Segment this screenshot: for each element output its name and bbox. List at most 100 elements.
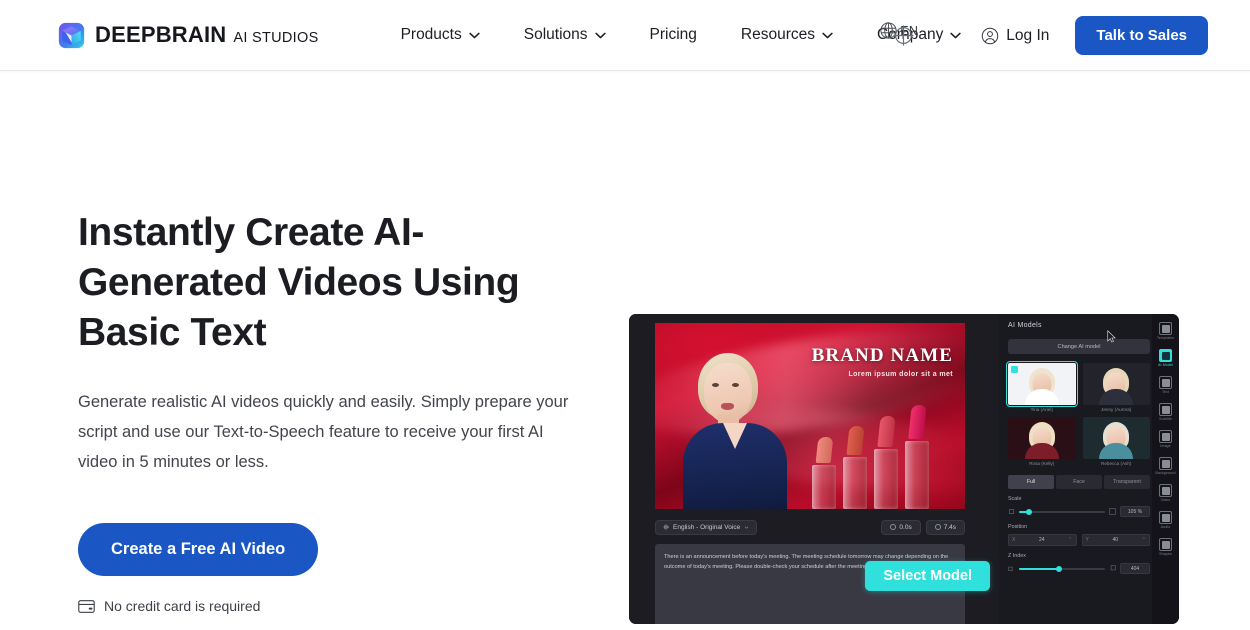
rail-item-ai-model[interactable]: AI Model bbox=[1154, 347, 1178, 369]
rail-item-background[interactable]: Background bbox=[1154, 455, 1178, 477]
z-index-slider-fill bbox=[1019, 567, 1059, 570]
start-time-chip[interactable]: 0.0s bbox=[881, 519, 921, 535]
position-x-axis-label: X bbox=[1012, 537, 1016, 543]
voice-wave-icon bbox=[663, 524, 669, 530]
rail-item-label: Subtitle bbox=[1159, 417, 1172, 421]
model-label: Tina (Ariel) bbox=[1030, 407, 1053, 412]
position-y-stepper-icon[interactable]: ⌃ bbox=[1142, 537, 1146, 543]
avatar-eye-right bbox=[732, 383, 739, 387]
end-time-label: 7.4s bbox=[943, 523, 956, 531]
nav-item-products[interactable]: Products bbox=[379, 18, 502, 52]
avatar-torso bbox=[683, 423, 787, 509]
model-avatar bbox=[1008, 363, 1076, 405]
rail-item-label: AI Model bbox=[1158, 363, 1173, 367]
rail-item-image[interactable]: Image bbox=[1154, 428, 1178, 450]
create-free-ai-video-button[interactable]: Create a Free AI Video bbox=[78, 523, 319, 576]
timing-chips-group: 0.0s 7.4s bbox=[881, 519, 965, 535]
nav-item-label: Products bbox=[400, 26, 462, 43]
text-icon bbox=[1159, 376, 1172, 389]
ai-presenter-avatar[interactable] bbox=[681, 347, 789, 509]
scale-value[interactable]: 105 % bbox=[1120, 506, 1150, 517]
end-time-chip[interactable]: 7.4s bbox=[925, 519, 965, 535]
brand-text-overlay[interactable]: BRAND NAME Lorem ipsum dolor sit a met bbox=[812, 345, 953, 378]
lipstick-bullet bbox=[815, 437, 833, 463]
model-card-3[interactable]: Rebecca (Ash) bbox=[1082, 417, 1151, 466]
model-grid: Tina (Ariel) Jenny (Aurora) Rosa (Kelly)… bbox=[1006, 361, 1151, 466]
position-x-value: 24 bbox=[1039, 537, 1045, 543]
position-x-stepper-icon[interactable]: ⌃ bbox=[1068, 537, 1072, 543]
product-demo-panel: BRAND NAME Lorem ipsum dolor sit a met E… bbox=[629, 314, 1179, 624]
nav-item-label: Resources bbox=[740, 26, 815, 43]
model-selected-check-icon bbox=[1011, 366, 1018, 373]
nav-item-solutions[interactable]: Solutions bbox=[502, 18, 628, 52]
lipstick-tube bbox=[874, 449, 898, 509]
rail-item-audio[interactable]: Audio bbox=[1154, 509, 1178, 531]
z-index-label: Z Index bbox=[1008, 553, 1026, 559]
image-icon bbox=[1159, 430, 1172, 443]
position-label: Position bbox=[1008, 524, 1028, 530]
rail-item-label: Image bbox=[1160, 444, 1171, 448]
position-control-row: X 24 ⌃ Y 40 ⌃ bbox=[1008, 534, 1150, 546]
hero-copy-column: Instantly Create AI-Generated Videos Usi… bbox=[78, 71, 638, 614]
templates-glyph bbox=[1161, 324, 1170, 333]
scale-control-row: 105 % bbox=[1008, 506, 1150, 517]
model-label: Rebecca (Ash) bbox=[1101, 461, 1132, 466]
rail-item-label: Background bbox=[1155, 471, 1176, 475]
segment-face[interactable]: Face bbox=[1056, 475, 1102, 489]
login-link[interactable]: Log In bbox=[967, 19, 1063, 53]
nav-item-pricing[interactable]: Pricing bbox=[628, 18, 719, 52]
rail-item-shapes[interactable]: Shapes bbox=[1154, 536, 1178, 558]
model-card-1[interactable]: Jenny (Aurora) bbox=[1082, 363, 1150, 412]
language-switcher[interactable]: EN bbox=[879, 21, 918, 40]
lipstick-product-image bbox=[811, 405, 957, 509]
audio-icon bbox=[1159, 511, 1172, 524]
chevron-down-icon bbox=[744, 526, 749, 529]
ai-models-inspector: AI Models Change AI model Tina (Ariel) J… bbox=[999, 314, 1159, 624]
video-icon bbox=[1159, 484, 1172, 497]
position-x-field[interactable]: X 24 ⌃ bbox=[1008, 534, 1077, 546]
clock-icon bbox=[890, 524, 897, 530]
rail-item-text[interactable]: Text bbox=[1154, 374, 1178, 396]
segment-transparent[interactable]: Transparent bbox=[1104, 475, 1150, 489]
talk-to-sales-button[interactable]: Talk to Sales bbox=[1075, 16, 1208, 55]
rail-item-video[interactable]: Video bbox=[1154, 482, 1178, 504]
avatar-vneck bbox=[723, 423, 747, 449]
nav-item-resources[interactable]: Resources bbox=[719, 18, 855, 52]
chevron-down-icon bbox=[822, 32, 833, 38]
rail-item-subtitle[interactable]: Subtitle bbox=[1154, 401, 1178, 423]
demo-editor-area: BRAND NAME Lorem ipsum dolor sit a met E… bbox=[629, 314, 999, 624]
lipstick-4 bbox=[904, 405, 930, 509]
segment-full[interactable]: Full bbox=[1008, 475, 1054, 489]
model-card-0[interactable]: Tina (Ariel) bbox=[1006, 361, 1078, 412]
lipstick-2 bbox=[842, 426, 868, 509]
brand-subname: AI STUDIOS bbox=[233, 30, 319, 46]
brand-logo-link[interactable]: DEEPBRAIN AI STUDIOS bbox=[58, 22, 319, 49]
rail-item-templates[interactable]: Templates bbox=[1154, 320, 1178, 342]
lipstick-bullet bbox=[845, 426, 865, 455]
scale-slider[interactable] bbox=[1019, 508, 1105, 515]
no-credit-card-label: No credit card is required bbox=[104, 598, 261, 614]
avatar-face bbox=[704, 363, 752, 423]
nav-item-company[interactable]: Company bbox=[855, 18, 983, 52]
z-index-slider[interactable] bbox=[1019, 565, 1105, 572]
voice-selector-chip[interactable]: English - Original Voice bbox=[655, 519, 758, 535]
page-title: Instantly Create AI-Generated Videos Usi… bbox=[78, 211, 520, 354]
model-avatar bbox=[1083, 417, 1151, 459]
change-ai-model-button[interactable]: Change AI model bbox=[1008, 339, 1150, 354]
nav-item-label: Solutions bbox=[523, 26, 588, 43]
ai-model-glyph bbox=[1161, 351, 1170, 360]
model-card-2[interactable]: Rosa (Kelly) bbox=[1008, 417, 1076, 466]
voice-chip-label: English - Original Voice bbox=[673, 523, 741, 531]
brand-overlay-title: BRAND NAME bbox=[811, 345, 953, 366]
layer-front-icon bbox=[1110, 565, 1116, 571]
select-model-button[interactable]: Select Model bbox=[865, 561, 990, 591]
video-preview-stage[interactable]: BRAND NAME Lorem ipsum dolor sit a met bbox=[655, 323, 965, 509]
text-glyph bbox=[1161, 378, 1170, 387]
crop-mode-segmented-control: Full Face Transparent bbox=[1008, 475, 1150, 489]
model-avatar bbox=[1008, 417, 1076, 459]
inspector-title: AI Models bbox=[1008, 322, 1042, 329]
z-index-value[interactable]: 404 bbox=[1120, 563, 1150, 574]
position-y-field[interactable]: Y 40 ⌃ bbox=[1081, 534, 1150, 546]
scale-slider-knob[interactable] bbox=[1026, 508, 1033, 515]
z-index-slider-knob[interactable] bbox=[1055, 565, 1062, 572]
